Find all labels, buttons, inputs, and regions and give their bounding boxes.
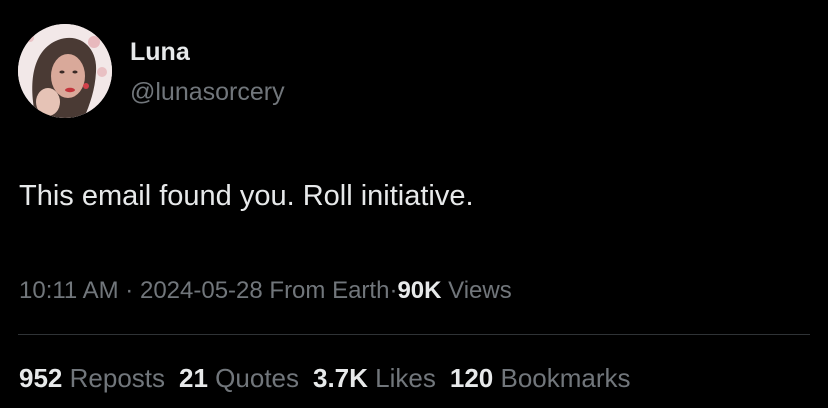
author-name[interactable]: Luna: [130, 37, 190, 67]
tweet-time[interactable]: 10:11 AM: [19, 277, 119, 304]
bookmarks-label: Bookmarks: [500, 363, 631, 393]
engagement-stats: 952 Reposts 21 Quotes 3.7K Likes 120 Bookma…: [19, 362, 645, 394]
likes-label: Likes: [375, 363, 436, 393]
reposts-stat[interactable]: 952 Reposts: [19, 363, 165, 393]
divider: [18, 334, 810, 335]
views-count: 90K: [397, 277, 442, 304]
quotes-count: 21: [179, 363, 208, 393]
reposts-count: 952: [19, 363, 63, 393]
tweet-location: From Earth: [269, 277, 390, 304]
avatar-image: [18, 24, 112, 118]
quotes-stat[interactable]: 21 Quotes: [179, 363, 299, 393]
avatar[interactable]: [18, 24, 112, 118]
likes-stat[interactable]: 3.7K Likes: [313, 363, 436, 393]
bookmarks-stat[interactable]: 120 Bookmarks: [450, 363, 631, 393]
bookmarks-count: 120: [449, 363, 494, 393]
tweet-date[interactable]: 2024-05-28: [140, 277, 263, 304]
likes-count: 3.7K: [313, 363, 368, 393]
quotes-label: Quotes: [215, 363, 299, 393]
author-handle[interactable]: @lunasorcery: [130, 77, 285, 107]
tweet-card: Luna @lunasorcery This email found you. …: [0, 0, 828, 408]
reposts-label: Reposts: [69, 363, 166, 393]
tweet-text: This email found you. Roll initiative.: [19, 180, 474, 212]
views-label: Views: [448, 277, 512, 304]
tweet-meta: 10:11 AM · 2024-05-28 From Earth·90K Vie…: [19, 276, 512, 306]
meta-separator: ·: [125, 277, 134, 304]
